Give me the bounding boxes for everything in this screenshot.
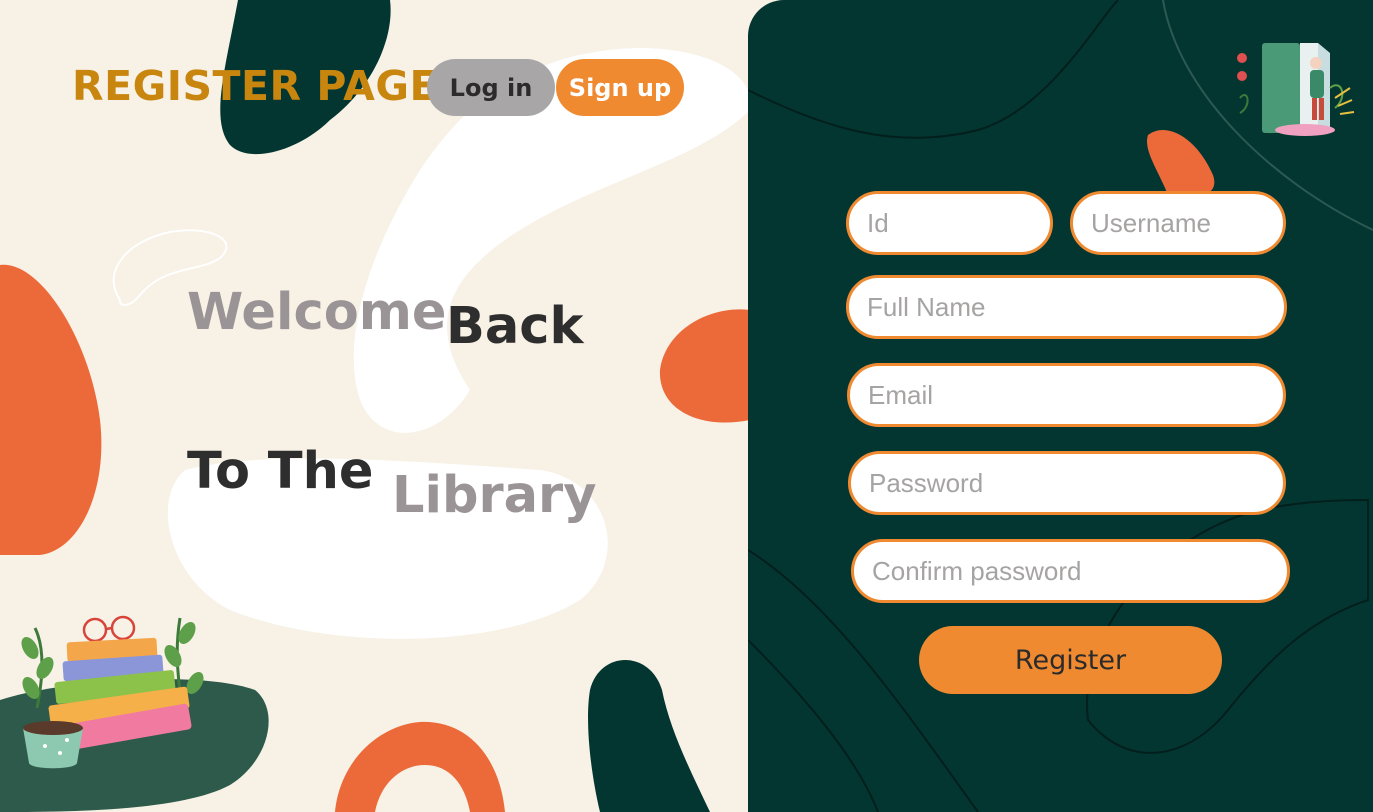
id-field[interactable] xyxy=(846,191,1053,255)
confirm-password-field[interactable] xyxy=(851,539,1290,603)
signup-button[interactable]: Sign up xyxy=(556,59,684,116)
register-button[interactable]: Register xyxy=(919,626,1222,694)
page-title: REGISTER PAGE xyxy=(72,62,439,110)
username-field[interactable] xyxy=(1070,191,1286,255)
hero-word-back: Back xyxy=(446,297,584,356)
login-button[interactable]: Log in xyxy=(427,59,555,116)
left-panel: REGISTER PAGE Log in Sign up Welcome Bac… xyxy=(0,0,750,812)
book-stack-icon xyxy=(21,615,204,769)
hero-word-library: Library xyxy=(392,466,597,525)
password-field[interactable] xyxy=(848,451,1286,515)
full-name-field[interactable] xyxy=(846,275,1287,339)
email-field[interactable] xyxy=(847,363,1286,427)
hero-word-welcome: Welcome xyxy=(187,283,447,342)
hero-word-to-the: To The xyxy=(187,442,374,501)
right-panel: Register xyxy=(748,0,1373,812)
open-book-reader-icon xyxy=(1237,43,1355,136)
